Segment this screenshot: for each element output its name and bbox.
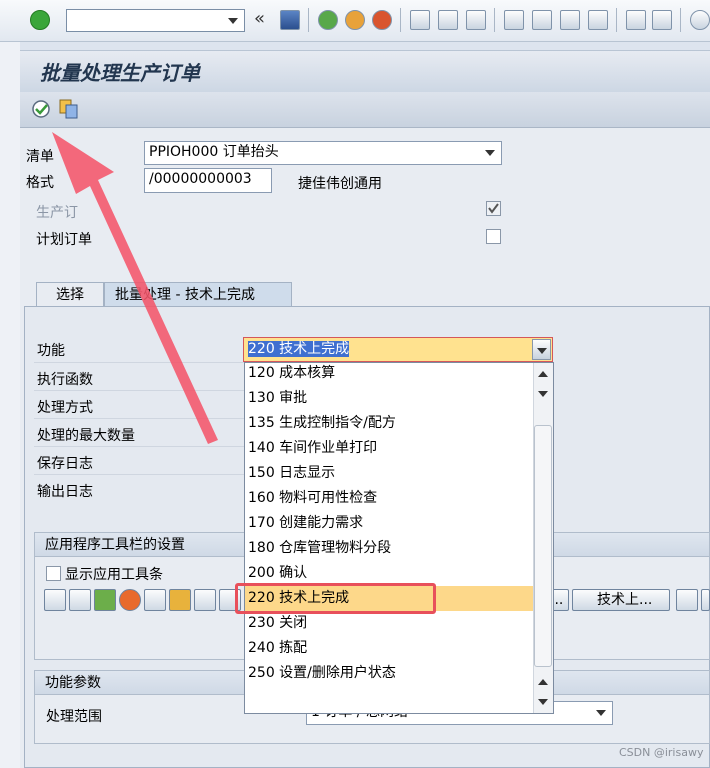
help-icon[interactable] bbox=[690, 10, 710, 30]
scroll-up-icon[interactable] bbox=[538, 679, 548, 685]
tool-button-4[interactable] bbox=[119, 589, 141, 611]
dropdown-option-120[interactable]: 120 成本核算 bbox=[245, 361, 535, 386]
show-toolbar-label: 显示应用工具条 bbox=[65, 567, 163, 583]
tech-complete-button[interactable]: 技术上... bbox=[572, 589, 670, 611]
divider bbox=[34, 362, 244, 363]
list-value: PPIOH000 订单抬头 bbox=[149, 144, 279, 160]
toolbar-divider bbox=[308, 8, 309, 32]
scroll-down-icon[interactable] bbox=[538, 391, 548, 397]
toolbar-divider bbox=[616, 8, 617, 32]
planned-order-label: 计划订单 bbox=[36, 232, 92, 248]
function-selected-value: 220 技术上完成 bbox=[248, 341, 350, 357]
tab-selection[interactable]: 选择 bbox=[36, 282, 104, 306]
collapse-icon[interactable]: « bbox=[254, 8, 265, 29]
page-title: 批量处理生产订单 bbox=[40, 61, 200, 85]
system-toolbar: « bbox=[0, 0, 710, 42]
highlight-box bbox=[235, 583, 436, 614]
tool-button-10[interactable] bbox=[701, 589, 710, 611]
toolbar-divider bbox=[680, 8, 681, 32]
checkmark-icon bbox=[488, 203, 499, 214]
find-icon[interactable] bbox=[438, 10, 458, 30]
scroll-up-icon[interactable] bbox=[538, 371, 548, 377]
tool-button-1[interactable] bbox=[44, 589, 66, 611]
function-label: 功能 bbox=[37, 343, 65, 359]
divider bbox=[34, 474, 244, 475]
dropdown-option-170[interactable]: 170 创建能力需求 bbox=[245, 511, 535, 536]
divider bbox=[34, 390, 244, 391]
dropdown-option-160[interactable]: 160 物料可用性检查 bbox=[245, 486, 535, 511]
function-dropdown-list: 120 成本核算 130 审批 135 生成控制指令/配方 140 车间作业单打… bbox=[244, 362, 554, 714]
tool-button-2[interactable] bbox=[69, 589, 91, 611]
prev-page-icon[interactable] bbox=[532, 10, 552, 30]
max-count-label: 处理的最大数量 bbox=[37, 428, 135, 444]
dropdown-option-240[interactable]: 240 拣配 bbox=[245, 636, 535, 661]
chevron-down-icon[interactable] bbox=[596, 710, 606, 716]
copy-icon[interactable] bbox=[58, 98, 80, 120]
watermark: CSDN @irisawy bbox=[619, 746, 704, 759]
save-log-label: 保存日志 bbox=[37, 456, 93, 472]
output-log-label: 输出日志 bbox=[37, 484, 93, 500]
toolbar-divider bbox=[494, 8, 495, 32]
dropdown-option-180[interactable]: 180 仓库管理物料分段 bbox=[245, 536, 535, 561]
dropdown-option-140[interactable]: 140 车间作业单打印 bbox=[245, 436, 535, 461]
divider bbox=[34, 446, 244, 447]
back-icon[interactable] bbox=[318, 10, 338, 30]
processing-range-label: 处理范围 bbox=[46, 709, 102, 725]
tool-button-5[interactable] bbox=[144, 589, 166, 611]
shortcut-icon[interactable] bbox=[652, 10, 672, 30]
scrollbar-thumb[interactable] bbox=[534, 425, 552, 667]
divider bbox=[34, 418, 244, 419]
tool-button-9[interactable] bbox=[676, 589, 698, 611]
dropdown-option-250[interactable]: 250 设置/删除用户状态 bbox=[245, 661, 535, 686]
exit-icon[interactable] bbox=[345, 10, 365, 30]
list-label: 清单 bbox=[26, 149, 54, 165]
dropdown-option-130[interactable]: 130 审批 bbox=[245, 386, 535, 411]
prod-order-label: 生产订 bbox=[36, 205, 78, 221]
dropdown-option-230[interactable]: 230 关闭 bbox=[245, 611, 535, 636]
prod-order-checkbox[interactable] bbox=[486, 201, 501, 216]
first-page-icon[interactable] bbox=[504, 10, 524, 30]
exec-function-label: 执行函数 bbox=[37, 372, 93, 388]
left-strip bbox=[0, 42, 20, 768]
save-icon[interactable] bbox=[280, 10, 300, 30]
cancel-icon[interactable] bbox=[372, 10, 392, 30]
scroll-down-icon[interactable] bbox=[538, 699, 548, 705]
show-toolbar-checkbox[interactable] bbox=[46, 566, 61, 581]
create-session-icon[interactable] bbox=[626, 10, 646, 30]
toolbar-divider bbox=[400, 8, 401, 32]
command-field[interactable] bbox=[66, 9, 245, 32]
chevron-down-icon[interactable] bbox=[485, 150, 495, 156]
format-input[interactable]: /00000000003 bbox=[144, 168, 272, 193]
tool-button-3[interactable] bbox=[94, 589, 116, 611]
chevron-down-icon bbox=[537, 348, 547, 354]
list-select[interactable]: PPIOH000 订单抬头 bbox=[144, 141, 502, 165]
tab-mass-processing[interactable]: 批量处理 - 技术上完成 bbox=[104, 282, 292, 306]
print-icon[interactable] bbox=[410, 10, 430, 30]
last-page-icon[interactable] bbox=[588, 10, 608, 30]
execute-icon[interactable] bbox=[30, 98, 52, 120]
enter-icon[interactable] bbox=[30, 10, 50, 30]
function-select[interactable]: 220 技术上完成 bbox=[243, 337, 553, 362]
chevron-down-icon[interactable] bbox=[228, 18, 238, 24]
format-description: 捷佳伟创通用 bbox=[298, 176, 382, 192]
processing-mode-label: 处理方式 bbox=[37, 400, 93, 416]
dropdown-toggle-button[interactable] bbox=[532, 339, 551, 360]
next-page-icon[interactable] bbox=[560, 10, 580, 30]
tool-button-7[interactable] bbox=[194, 589, 216, 611]
application-toolbar bbox=[20, 92, 710, 128]
planned-order-checkbox[interactable] bbox=[486, 229, 501, 244]
format-label: 格式 bbox=[26, 175, 54, 191]
dropdown-option-135[interactable]: 135 生成控制指令/配方 bbox=[245, 411, 535, 436]
dropdown-option-150[interactable]: 150 日志显示 bbox=[245, 461, 535, 486]
find-next-icon[interactable] bbox=[466, 10, 486, 30]
tool-button-6[interactable] bbox=[169, 589, 191, 611]
